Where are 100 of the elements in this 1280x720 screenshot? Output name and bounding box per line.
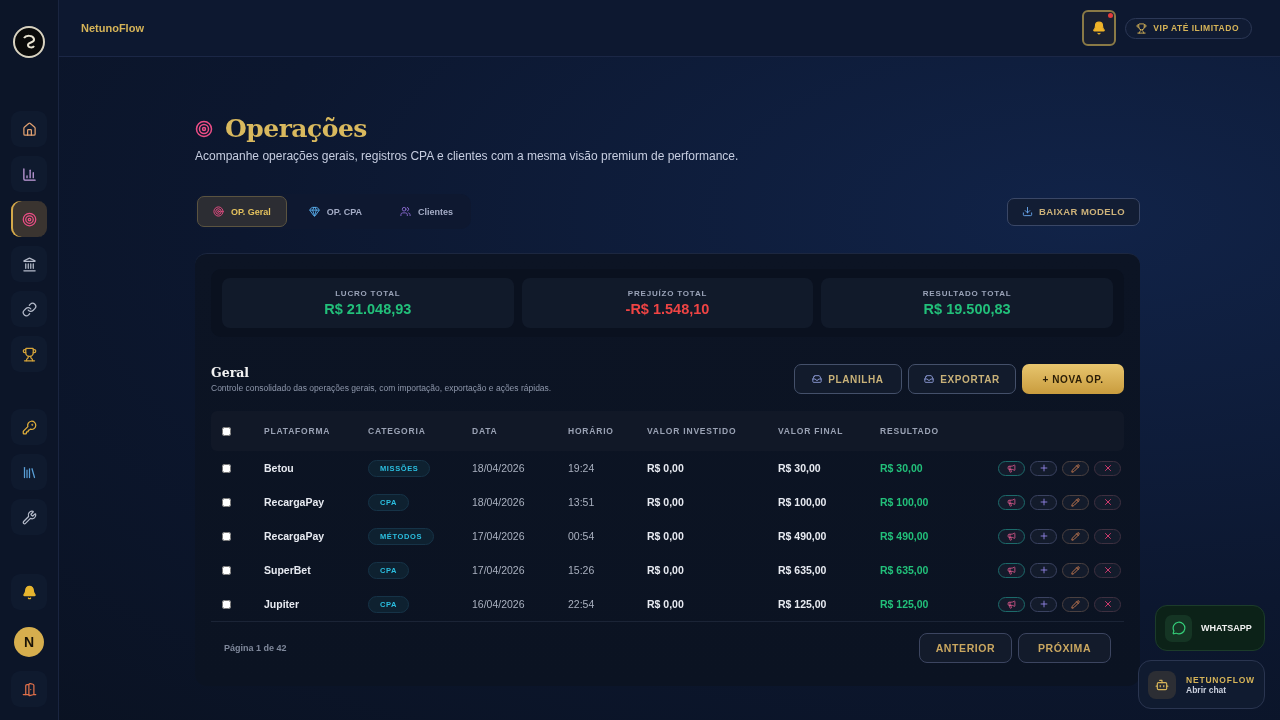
sidebar-item[interactable] (11, 499, 47, 535)
sidebar-item[interactable] (11, 246, 47, 282)
row-checkbox[interactable] (222, 599, 231, 609)
delete-button[interactable] (1094, 562, 1121, 578)
table-cell-text: R$ 100,00 (778, 496, 828, 508)
table-cell-text: R$ 0,00 (647, 598, 685, 610)
pencil-icon (1071, 599, 1080, 609)
chat-title: NETUNOFLOW (1186, 674, 1255, 685)
edit-button[interactable] (1062, 596, 1089, 612)
plus-icon (1038, 463, 1049, 473)
table-cell-text: 15:26 (568, 564, 596, 576)
tab[interactable]: Clientes (384, 196, 470, 227)
users-icon (400, 206, 412, 217)
stat-value: R$ 19.500,83 (923, 301, 1011, 317)
column-header: RESULTADO (880, 426, 940, 436)
pagination-button[interactable]: ANTERIOR (919, 633, 1012, 663)
close-icon (1102, 463, 1113, 473)
stat-value: R$ 21.048,93 (324, 301, 412, 317)
plus-icon (1038, 565, 1049, 575)
bot-icon (1148, 670, 1176, 699)
table-cell-text: R$ 490,00 (778, 530, 828, 542)
table-cell-text: R$ 100,00 (880, 496, 930, 508)
sidebar-item[interactable] (11, 336, 47, 372)
megaphone-icon (1007, 463, 1016, 473)
column-header: CATEGORIA (368, 426, 427, 436)
row-checkbox[interactable] (222, 565, 231, 575)
edit-button[interactable] (1062, 528, 1089, 544)
megaphone-icon (1007, 497, 1016, 507)
action-button[interactable]: PLANILHA (794, 364, 902, 394)
notifications-button[interactable] (1082, 10, 1117, 46)
add-button[interactable] (1030, 596, 1057, 612)
promote-button[interactable] (998, 562, 1025, 578)
trophy-icon (21, 346, 37, 362)
chat-bubble-icon (1165, 614, 1192, 642)
table-cell-text: R$ 125,00 (778, 598, 828, 610)
page-title: Operações (225, 114, 367, 143)
edit-button[interactable] (1062, 460, 1089, 476)
delete-button[interactable] (1094, 528, 1121, 544)
add-button[interactable] (1030, 528, 1057, 544)
table-cell-text: RecargaPay (264, 530, 326, 542)
action-button[interactable]: EXPORTAR (908, 364, 1016, 394)
home-icon (21, 121, 37, 137)
avatar[interactable]: N (14, 627, 44, 657)
column-header: VALOR FINAL (778, 426, 845, 436)
column-header: VALOR INVESTIDO (647, 426, 738, 436)
promote-button[interactable] (998, 528, 1025, 544)
pencil-icon (1071, 531, 1080, 541)
page-info: Página 1 de 42 (224, 643, 287, 653)
stat-label: RESULTADO TOTAL (922, 289, 1012, 298)
column-header: HORÁRIO (568, 426, 615, 436)
sidebar-item[interactable] (11, 201, 47, 237)
close-icon (1102, 497, 1113, 507)
select-all-checkbox[interactable] (222, 426, 231, 436)
brand-name: NetunoFlow (81, 22, 145, 34)
row-checkbox[interactable] (222, 531, 231, 541)
bell-icon (1092, 21, 1107, 35)
edit-button[interactable] (1062, 494, 1089, 510)
sidebar-item[interactable] (11, 454, 47, 490)
table-cell-text: 16/04/2026 (472, 598, 526, 610)
add-button[interactable] (1030, 562, 1057, 578)
sidebar-item[interactable] (11, 291, 47, 327)
logout-button[interactable] (11, 671, 47, 707)
table-cell-text: R$ 125,00 (880, 598, 930, 610)
tab[interactable]: OP. CPA (292, 196, 379, 227)
table-cell-text: R$ 0,00 (647, 564, 685, 576)
row-checkbox[interactable] (222, 463, 231, 473)
sidebar-item[interactable] (11, 409, 47, 445)
promote-button[interactable] (998, 460, 1025, 476)
table-cell-text: 18/04/2026 (472, 496, 526, 508)
target-icon (195, 119, 213, 138)
chat-button[interactable]: NETUNOFLOW Abrir chat (1138, 660, 1265, 709)
action-button[interactable]: + NOVA OP. (1022, 364, 1124, 394)
chat-subtitle: Abrir chat (1186, 684, 1228, 695)
sidebar-item[interactable] (11, 156, 47, 192)
books-icon (21, 464, 37, 480)
delete-button[interactable] (1094, 460, 1121, 476)
promote-button[interactable] (998, 494, 1025, 510)
pencil-icon (1071, 497, 1080, 507)
sidebar-item[interactable] (11, 111, 47, 147)
add-button[interactable] (1030, 494, 1057, 510)
whatsapp-button[interactable]: WHATSAPP (1155, 605, 1265, 651)
table-cell-text: R$ 30,00 (778, 462, 822, 474)
delete-button[interactable] (1094, 494, 1121, 510)
download-button[interactable]: BAIXAR MODELO (1007, 197, 1140, 226)
add-button[interactable] (1030, 460, 1057, 476)
table-cell-text: R$ 490,00 (880, 530, 930, 542)
tab[interactable]: OP. Geral (197, 196, 287, 227)
promote-button[interactable] (998, 596, 1025, 612)
delete-button[interactable] (1094, 596, 1121, 612)
table-cell-text: R$ 0,00 (647, 530, 685, 542)
section-title: Geral (211, 365, 251, 380)
column-header: DATA (472, 426, 499, 436)
row-checkbox[interactable] (222, 497, 231, 507)
table-cell-text: 22:54 (568, 598, 596, 610)
table-cell-text: R$ 635,00 (880, 564, 930, 576)
table-cell-text: 17/04/2026 (472, 564, 526, 576)
sidebar-item[interactable] (11, 574, 47, 610)
edit-button[interactable] (1062, 562, 1089, 578)
close-icon (1102, 531, 1113, 541)
pagination-button[interactable]: PRÓXIMA (1018, 633, 1111, 663)
